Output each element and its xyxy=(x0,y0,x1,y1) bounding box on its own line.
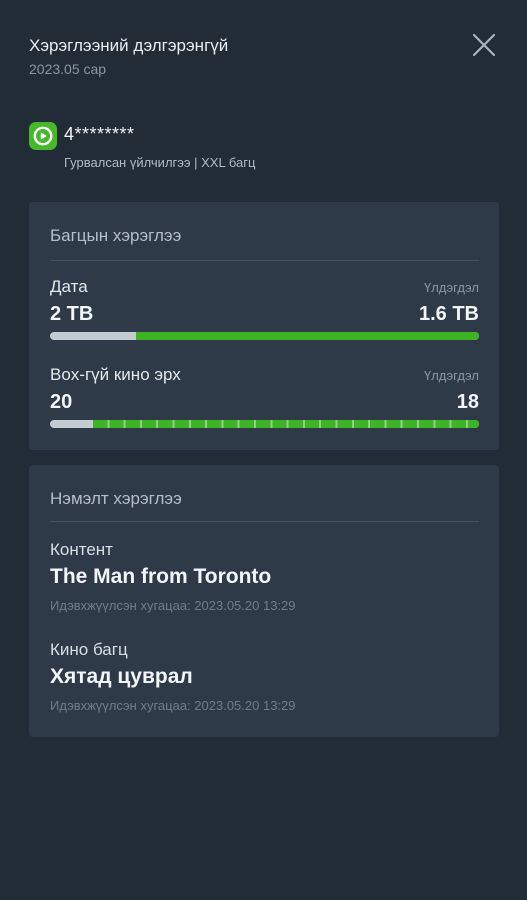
extra-usage-title: Нэмэлт хэрэглээ xyxy=(50,489,182,508)
movie-rights-label: Box-гүй кино эрх xyxy=(50,365,181,384)
movie-rights-progress-bar xyxy=(50,420,479,428)
movie-rights-total: 20 xyxy=(50,391,73,413)
page-title: Хэрэглээний дэлгэрэнгүй xyxy=(29,36,229,55)
data-remaining-label: Үлдэгдэл xyxy=(423,280,479,295)
account-number: 4******** xyxy=(64,124,135,144)
extra-item-title: The Man from Toronto xyxy=(50,565,272,588)
package-usage-title: Багцын хэрэглээ xyxy=(50,226,182,245)
extra-item-label: Контент xyxy=(50,540,113,559)
extra-item-label: Кино багц xyxy=(50,640,128,659)
divider xyxy=(50,521,479,522)
extra-item-title: Хятад цуврал xyxy=(50,665,193,688)
movie-rights-progress-fill xyxy=(92,420,479,428)
extra-usage-card: Нэмэлт хэрэглээ Контент The Man from Tor… xyxy=(29,465,499,737)
data-progress-fill xyxy=(135,332,479,340)
movie-rights-remaining-label: Үлдэгдэл xyxy=(423,368,479,383)
play-logo-icon xyxy=(29,122,57,150)
data-label: Дата xyxy=(50,277,88,296)
period-label: 2023.05 сар xyxy=(29,61,107,77)
extra-item-activated: Идэвхжүүлсэн хугацаа: 2023.05.20 13:29 xyxy=(50,698,296,713)
movie-rights-remaining: 18 xyxy=(456,391,479,413)
package-usage-card: Багцын хэрэглээ Дата Үлдэгдэл 2 TB 1.6 T… xyxy=(29,202,499,450)
close-icon xyxy=(472,33,496,57)
account-plan: Гурвалсан үйлчилгээ | XXL багц xyxy=(64,155,256,170)
data-progress-bar xyxy=(50,332,479,340)
extra-item-activated: Идэвхжүүлсэн хугацаа: 2023.05.20 13:29 xyxy=(50,598,296,613)
data-total: 2 TB xyxy=(50,303,94,325)
divider xyxy=(50,260,479,261)
close-button[interactable] xyxy=(470,31,498,59)
data-remaining: 1.6 TB xyxy=(418,303,479,325)
